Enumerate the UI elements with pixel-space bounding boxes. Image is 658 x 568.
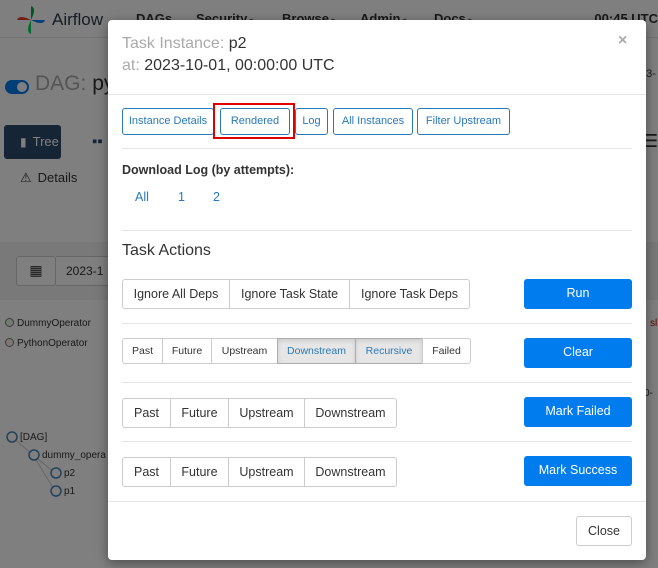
ignore-task-deps-toggle[interactable]: Ignore Task Deps <box>349 279 470 309</box>
ignore-task-state-toggle[interactable]: Ignore Task State <box>229 279 350 309</box>
divider <box>108 94 646 95</box>
divider <box>122 148 632 149</box>
tab-log[interactable]: Log <box>295 108 328 135</box>
task-instance-modal: × Task Instance: p2 at: 2023-10-01, 00:0… <box>108 20 646 560</box>
download-log-attempt-1[interactable]: 1 <box>178 190 185 204</box>
mark-failed-button[interactable]: Mark Failed <box>524 397 632 427</box>
clear-button[interactable]: Clear <box>524 338 632 368</box>
divider <box>122 230 632 231</box>
modal-subtitle: at: 2023-10-01, 00:00:00 UTC <box>122 57 335 74</box>
clear-downstream-toggle[interactable]: Downstream <box>277 338 356 364</box>
run-button[interactable]: Run <box>524 279 632 309</box>
download-log-label: Download Log (by attempts): <box>122 163 295 177</box>
download-log-attempt-2[interactable]: 2 <box>213 190 220 204</box>
divider <box>122 441 632 442</box>
tab-instance-details[interactable]: Instance Details <box>122 108 214 135</box>
download-log-all[interactable]: All <box>135 190 149 204</box>
tab-rendered[interactable]: Rendered <box>220 108 290 135</box>
clear-past-toggle[interactable]: Past <box>122 338 163 364</box>
clear-recursive-toggle[interactable]: Recursive <box>355 338 423 364</box>
close-button[interactable]: Close <box>576 516 632 546</box>
ignore-all-deps-toggle[interactable]: Ignore All Deps <box>122 279 230 309</box>
clear-upstream-toggle[interactable]: Upstream <box>211 338 278 364</box>
task-id: p2 <box>228 35 247 52</box>
divider <box>122 323 632 324</box>
success-downstream-toggle[interactable]: Downstream <box>304 457 397 487</box>
failed-downstream-toggle[interactable]: Downstream <box>304 398 397 428</box>
failed-upstream-toggle[interactable]: Upstream <box>228 398 305 428</box>
divider <box>122 382 632 383</box>
clear-failed-toggle[interactable]: Failed <box>422 338 471 364</box>
success-future-toggle[interactable]: Future <box>170 457 229 487</box>
success-past-toggle[interactable]: Past <box>122 457 171 487</box>
tab-filter-upstream[interactable]: Filter Upstream <box>417 108 510 135</box>
divider <box>108 501 646 502</box>
tab-all-instances[interactable]: All Instances <box>333 108 413 135</box>
clear-future-toggle[interactable]: Future <box>162 338 212 364</box>
mark-success-button[interactable]: Mark Success <box>524 456 632 486</box>
close-icon[interactable]: × <box>618 32 627 50</box>
failed-past-toggle[interactable]: Past <box>122 398 171 428</box>
success-upstream-toggle[interactable]: Upstream <box>228 457 305 487</box>
execution-date: 2023-10-01, 00:00:00 UTC <box>144 57 335 74</box>
failed-future-toggle[interactable]: Future <box>170 398 229 428</box>
task-actions-title: Task Actions <box>122 242 211 259</box>
modal-title: Task Instance: p2 <box>122 35 247 52</box>
